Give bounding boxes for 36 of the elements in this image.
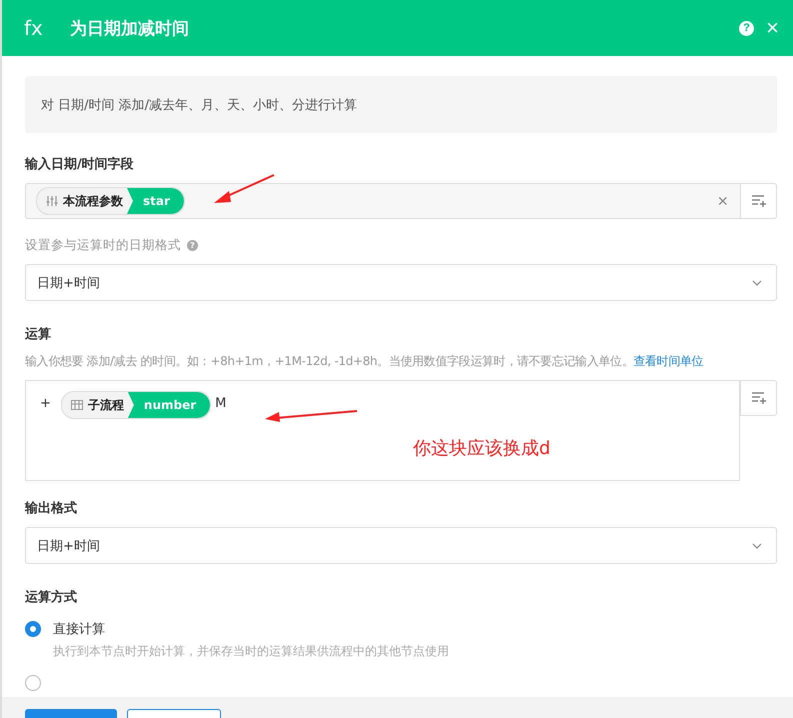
radio-button[interactable] <box>25 621 41 637</box>
parameter-tag[interactable]: 子流程 number <box>60 391 212 419</box>
annotation-arrow <box>213 174 275 206</box>
section-label: 运算方式 <box>25 588 78 606</box>
format-dropdown[interactable]: 日期+时间 <box>25 527 777 564</box>
table-icon <box>70 400 83 410</box>
window-title: 为日期加减时间 <box>70 18 189 40</box>
list-add-icon <box>750 391 766 405</box>
unit-text: M <box>215 395 226 413</box>
chevron-down-icon <box>752 280 762 286</box>
hint-text: 输入你想要 添加/减去 的时间。如：+8h+1m，+1M-12d, -1d+8h。当使用数值字段运算时，请不要忘记输入单位。查看时间单位 <box>25 353 704 370</box>
chevron-down-icon <box>752 542 762 548</box>
input-field[interactable]: 本流程参数 star × <box>25 183 740 219</box>
tag-group: 子流程 <box>88 396 128 414</box>
insert-field-button[interactable] <box>740 183 777 219</box>
time-units-link[interactable]: 查看时间单位 <box>633 354 704 368</box>
description-text: 对 日期/时间 添加/减去年、月、天、小时、分进行计算 <box>41 96 358 114</box>
list-add-icon <box>750 194 766 208</box>
section-label: 输出格式 <box>25 500 78 517</box>
insert-field-button[interactable] <box>740 380 777 416</box>
field-label: 设置参与运算时的日期格式 <box>25 237 181 254</box>
option-label: 直接计算 <box>53 621 106 638</box>
tag-name: number <box>128 392 210 418</box>
sliders-icon <box>46 195 58 207</box>
plus-sign: + <box>40 395 51 413</box>
annotation-text: 你这块应该换成d <box>413 437 550 460</box>
radio-button[interactable] <box>25 675 41 691</box>
field-label: 输入日期/时间字段 <box>25 156 135 173</box>
tag-group: 本流程参数 <box>63 192 127 210</box>
tag-name: star <box>127 188 184 214</box>
parameter-tag[interactable]: 本流程参数 star <box>36 187 185 215</box>
format-dropdown[interactable]: 日期+时间 <box>25 264 777 301</box>
section-label: 运算 <box>25 326 52 343</box>
fx-icon: fx <box>24 16 60 40</box>
help-icon: ? <box>187 240 198 251</box>
option-description: 执行到本节点时开始计算，并保存当时的运算结果供流程中的其他节点使用 <box>53 643 449 660</box>
